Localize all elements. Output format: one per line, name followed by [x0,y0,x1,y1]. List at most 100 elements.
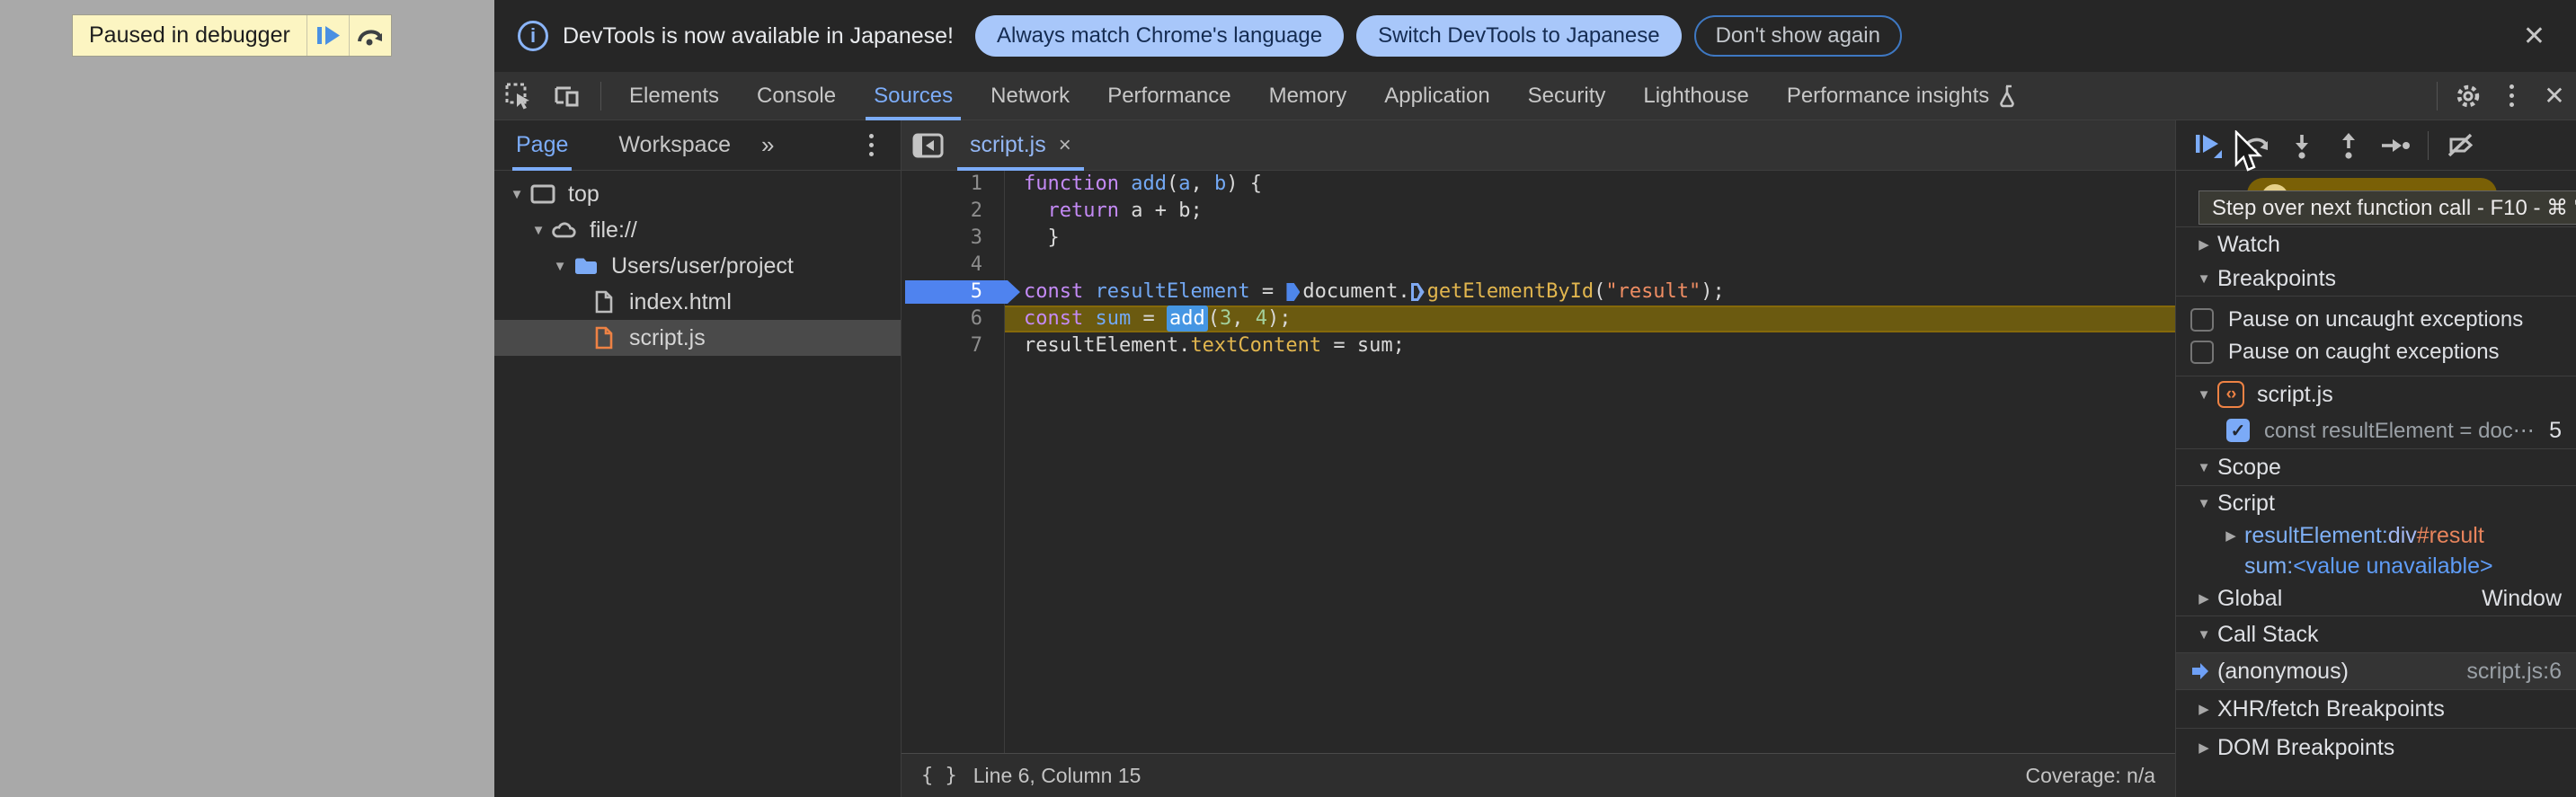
tab-application[interactable]: Application [1365,72,1508,120]
navigator-tab-workspace[interactable]: Workspace [618,120,731,171]
section-scope[interactable]: ▼ Scope [2176,449,2576,485]
chevron-down-icon[interactable]: ▼ [2190,627,2217,642]
code-line-7[interactable]: resultElement.textContent = sum; [1005,332,2175,359]
file-tree: ▼ top ▼ file:// ▼ Users/user/project ind… [494,171,901,356]
devtools-main-toolbar: Elements Console Sources Network Perform… [494,72,2576,120]
tree-item-top[interactable]: ▼ top [494,176,901,212]
scope-global-group[interactable]: ▶ Global Window [2176,581,2576,615]
code-line-6[interactable]: const sum = add (3, 4); [1005,306,2175,332]
inspect-element-button[interactable] [494,72,543,120]
breakpoint-entry-text: const resultElement = doc⋯ [2264,418,2535,443]
step-out-button[interactable] [2325,120,2372,171]
pause-uncaught-row[interactable]: Pause on uncaught exceptions [2176,304,2576,336]
navigator-tabbar: Page Workspace » [494,120,901,171]
tab-performance[interactable]: Performance [1088,72,1249,120]
chevron-down-icon[interactable]: ▼ [2190,496,2217,511]
chevron-down-icon[interactable]: ▼ [548,259,572,274]
section-breakpoints[interactable]: ▼ Breakpoints [2176,261,2576,296]
gutter-line-6[interactable]: 6 [902,306,1004,332]
more-tabs-icon[interactable]: » [761,131,774,159]
tab-sources[interactable]: Sources [855,72,972,120]
resume-script-button[interactable] [306,15,349,56]
variable-value: <value unavailable> [2293,553,2493,579]
code-line-3[interactable]: } [1005,225,2175,252]
step-over-banner-button[interactable] [348,15,391,56]
tree-item-project-folder[interactable]: ▼ Users/user/project [494,248,901,284]
navigator-more-options-button[interactable] [869,134,874,156]
chevron-right-icon[interactable]: ▶ [2190,236,2217,252]
watch-label: Watch [2217,231,2280,257]
chevron-right-icon[interactable]: ▶ [2190,590,2217,607]
breakpoint-entry[interactable]: ✓ const resultElement = doc⋯ 5 [2176,412,2576,448]
code-line-1[interactable]: function add(a, b) { [1005,171,2175,198]
code-line-4[interactable] [1005,252,2175,279]
gutter-line-4[interactable]: 4 [902,252,1004,279]
chevron-down-icon[interactable]: ▼ [505,187,529,202]
tab-network[interactable]: Network [972,72,1088,120]
more-options-button[interactable] [2490,72,2533,120]
gutter-line-7[interactable]: 7 [902,332,1004,359]
navigator-tab-page[interactable]: Page [511,120,573,171]
gutter-line-2[interactable]: 2 [902,198,1004,225]
chevron-right-icon[interactable]: ▶ [2190,701,2217,717]
section-call-stack[interactable]: ▼ Call Stack [2176,616,2576,652]
chevron-down-icon[interactable]: ▼ [527,223,550,238]
device-toolbar-button[interactable] [543,72,591,120]
toggle-navigator-button[interactable] [912,132,945,159]
tab-elements[interactable]: Elements [610,72,738,120]
dont-show-again-button[interactable]: Don't show again [1693,15,1902,57]
tab-lighthouse[interactable]: Lighthouse [1624,72,1767,120]
switch-devtools-japanese-button[interactable]: Switch DevTools to Japanese [1356,15,1682,57]
gutter-line-5[interactable]: 5 [902,279,1004,306]
chevron-down-icon[interactable]: ▼ [2190,271,2217,287]
deactivate-breakpoints-button[interactable] [2438,120,2484,171]
gutter-line-1[interactable]: 1 [902,171,1004,198]
editor-tab-script-js[interactable]: script.js × [952,120,1089,171]
step-button[interactable] [2372,120,2419,171]
variable-value-tag: div [2387,522,2417,548]
settings-button[interactable] [2447,72,2490,120]
tab-performance-label: Performance [1107,83,1231,108]
pause-caught-checkbox[interactable] [2190,341,2214,364]
pretty-print-icon[interactable]: { } [921,765,957,787]
scope-script-group[interactable]: ▼ Script [2176,486,2576,520]
scope-var-resultelement[interactable]: ▶ resultElement: div #result [2176,520,2576,551]
code-token: ( [1166,173,1179,195]
code-line-2[interactable]: return a + b; [1005,198,2175,225]
tree-item-script-js[interactable]: script.js [494,320,901,356]
tab-console[interactable]: Console [738,72,855,120]
chevron-right-icon[interactable]: ▶ [2190,739,2217,756]
code-editor[interactable]: 1234567 function add(a, b) { return a + … [902,171,2175,753]
section-watch[interactable]: ▶ Watch [2176,227,2576,261]
tab-memory[interactable]: Memory [1250,72,1366,120]
tab-performance-insights[interactable]: Performance insights [1768,72,2039,120]
editor-tab-close-icon[interactable]: × [1059,133,1071,158]
section-xhr-breakpoints[interactable]: ▶ XHR/fetch Breakpoints [2176,690,2576,728]
chevron-down-icon[interactable]: ▼ [2190,460,2217,475]
gutter-line-3[interactable]: 3 [902,225,1004,252]
section-dom-breakpoints[interactable]: ▶ DOM Breakpoints [2176,729,2576,766]
pause-uncaught-checkbox[interactable] [2190,308,2214,332]
step-into-button[interactable] [2278,120,2325,171]
resume-button[interactable] [2185,120,2232,171]
chevron-right-icon[interactable]: ▶ [2217,527,2244,544]
close-devtools-button[interactable]: ✕ [2533,72,2576,120]
code-line-5[interactable]: const resultElement = document. getElemen… [1005,279,2175,306]
tab-security[interactable]: Security [1509,72,1625,120]
screenshot-root: Paused in debugger i DevTools is now ava… [0,0,2576,797]
tree-item-file-protocol[interactable]: ▼ file:// [494,212,901,248]
chevron-down-icon[interactable]: ▼ [2190,387,2217,403]
breakpoint-group-script-js[interactable]: ▼ ‹› script.js [2176,376,2576,412]
frame-icon [529,184,557,204]
notification-close-icon[interactable]: ✕ [2516,21,2553,52]
pause-caught-row[interactable]: Pause on caught exceptions [2176,336,2576,368]
match-chrome-language-button[interactable]: Always match Chrome's language [974,15,1345,57]
breakpoint-checkbox[interactable]: ✓ [2226,419,2250,442]
active-frame-arrow-icon [2190,661,2217,681]
tree-item-index-html[interactable]: index.html [494,284,901,320]
notification-bar: i DevTools is now available in Japanese!… [494,0,2576,72]
scope-var-sum[interactable]: sum: <value unavailable> [2176,551,2576,581]
call-stack-frame[interactable]: (anonymous) script.js:6 [2176,653,2576,689]
